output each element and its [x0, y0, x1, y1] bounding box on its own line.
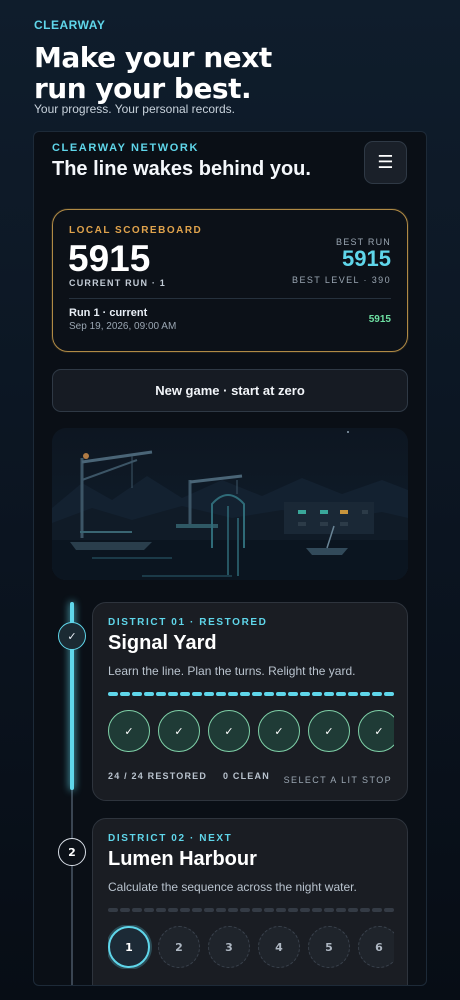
brand-label: CLEARWAY	[34, 18, 106, 32]
progress-segment	[132, 908, 142, 912]
stop-button-3[interactable]: ✓	[208, 710, 250, 752]
district-card-lumen-harbour: DISTRICT 02 · NEXT Lumen Harbour Calcula…	[92, 818, 408, 985]
district-description: Learn the line. Plan the turns. Relight …	[108, 664, 356, 678]
progress-segment	[192, 908, 202, 912]
progress-segment	[216, 692, 226, 696]
district-description: Calculate the sequence across the night …	[108, 880, 357, 894]
current-run-label: CURRENT RUN · 1	[69, 278, 167, 288]
progress-segment	[156, 692, 166, 696]
progress-segment	[204, 692, 214, 696]
stop-button-4[interactable]: ✓	[258, 710, 300, 752]
progress-segment	[132, 692, 142, 696]
progress-segment	[276, 908, 286, 912]
progress-segment	[192, 692, 202, 696]
progress-segment	[108, 908, 118, 912]
progress-segment	[300, 908, 310, 912]
progress-segment	[216, 908, 226, 912]
panel-title: The line wakes behind you.	[52, 158, 311, 180]
menu-icon: ☰	[377, 152, 394, 173]
progress-segment	[288, 908, 298, 912]
progress-segment	[180, 692, 190, 696]
stop-button-6[interactable]: 6	[358, 926, 394, 968]
progress-segment	[384, 692, 394, 696]
progress-segment	[252, 908, 262, 912]
district-kicker: DISTRICT 02 · NEXT	[108, 833, 233, 844]
progress-segment	[168, 692, 178, 696]
progress-segment	[276, 692, 286, 696]
district-stops: ✓ ✓ ✓ ✓ ✓ ✓	[108, 709, 394, 753]
stop-button-3[interactable]: 3	[208, 926, 250, 968]
progress-segment	[384, 908, 394, 912]
progress-segment	[324, 908, 334, 912]
progress-segment	[228, 908, 238, 912]
progress-segment	[372, 908, 382, 912]
progress-segment	[336, 692, 346, 696]
district-title: Lumen Harbour	[108, 848, 257, 870]
progress-segment	[156, 908, 166, 912]
scoreboard-kicker: LOCAL SCOREBOARD	[69, 225, 203, 236]
stop-button-2[interactable]: ✓	[158, 710, 200, 752]
current-score: 5915	[68, 238, 151, 279]
district-progress-segments	[108, 908, 394, 912]
new-game-label: New game · start at zero	[155, 383, 305, 398]
progress-segment	[348, 908, 358, 912]
hero-subtitle: Your progress. Your personal records.	[34, 102, 236, 116]
progress-segment	[120, 908, 130, 912]
stop-button-5[interactable]: ✓	[308, 710, 350, 752]
progress-segment	[372, 692, 382, 696]
best-run-score: 5915	[342, 246, 391, 271]
run-entry-date: Sep 19, 2026, 09:00 AM	[69, 321, 177, 332]
stop-button-5[interactable]: 5	[308, 926, 350, 968]
progress-segment	[324, 692, 334, 696]
select-stop-hint: SELECT A LIT STOP	[283, 775, 392, 785]
district-restored-count: 24 / 24 RESTORED	[108, 771, 208, 781]
progress-segment	[204, 908, 214, 912]
scoreboard-divider	[69, 298, 391, 299]
stop-button-4[interactable]: 4	[258, 926, 300, 968]
progress-segment	[144, 692, 154, 696]
stop-button-1[interactable]: ✓	[108, 710, 150, 752]
harbour-illustration	[52, 428, 408, 580]
district-kicker: DISTRICT 01 · RESTORED	[108, 617, 268, 628]
progress-segment	[288, 692, 298, 696]
district-2-node: 2	[58, 838, 86, 866]
progress-segment	[168, 908, 178, 912]
harbour-scene-image	[52, 431, 408, 580]
progress-segment	[312, 908, 322, 912]
progress-segment	[360, 692, 370, 696]
stop-button-6[interactable]: ✓	[358, 710, 394, 752]
hero-title: Make your next run your best.	[34, 41, 272, 105]
progress-segment	[180, 908, 190, 912]
run-entry-score: 5915	[368, 314, 391, 325]
progress-segment	[120, 692, 130, 696]
progress-segment	[264, 692, 274, 696]
run-entry-title: Run 1 · current	[69, 307, 148, 319]
progress-segment	[228, 692, 238, 696]
stop-button-1[interactable]: 1	[108, 926, 150, 968]
progress-segment	[240, 692, 250, 696]
progress-segment	[240, 908, 250, 912]
progress-segment	[108, 692, 118, 696]
progress-segment	[360, 908, 370, 912]
progress-segment	[144, 908, 154, 912]
district-title: Signal Yard	[108, 632, 217, 654]
district-1-node: ✓	[58, 622, 86, 650]
progress-segment	[312, 692, 322, 696]
progress-segment	[300, 692, 310, 696]
menu-button[interactable]: ☰	[364, 141, 407, 184]
district-progress-segments	[108, 692, 394, 696]
stop-button-2[interactable]: 2	[158, 926, 200, 968]
district-card-signal-yard: DISTRICT 01 · RESTORED Signal Yard Learn…	[92, 602, 408, 801]
district-stops: 123456	[108, 925, 394, 969]
new-game-button[interactable]: New game · start at zero	[52, 369, 408, 412]
progress-segment	[348, 692, 358, 696]
panel-kicker: CLEARWAY NETWORK	[52, 142, 200, 154]
progress-segment	[264, 908, 274, 912]
progress-segment	[336, 908, 346, 912]
best-level-label: BEST LEVEL · 390	[292, 275, 391, 285]
district-clean-count: 0 CLEAN	[223, 771, 270, 781]
scoreboard-card: LOCAL SCOREBOARD 5915 CURRENT RUN · 1 BE…	[52, 209, 408, 352]
progress-segment	[252, 692, 262, 696]
network-panel: CLEARWAY NETWORK The line wakes behind y…	[33, 131, 427, 986]
